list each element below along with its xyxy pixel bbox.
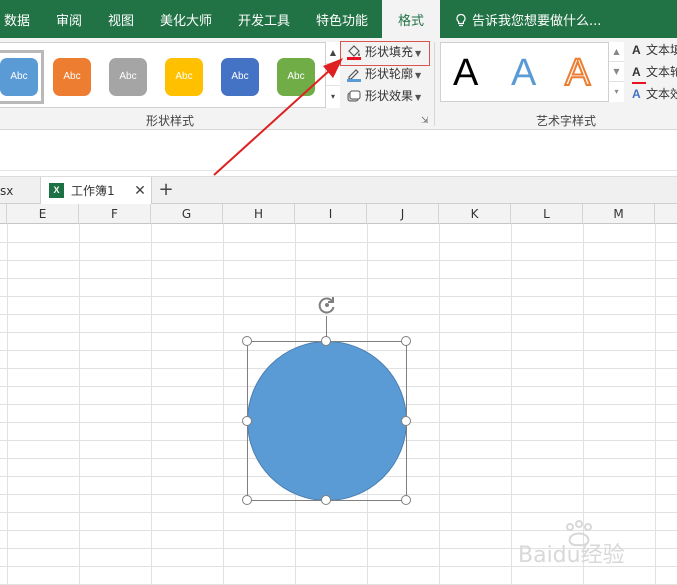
annotation-arrow bbox=[213, 58, 343, 176]
watermark-text: Baidu经验 bbox=[518, 543, 625, 568]
baidu-watermark-logo: Baidu经验 bbox=[518, 520, 625, 568]
